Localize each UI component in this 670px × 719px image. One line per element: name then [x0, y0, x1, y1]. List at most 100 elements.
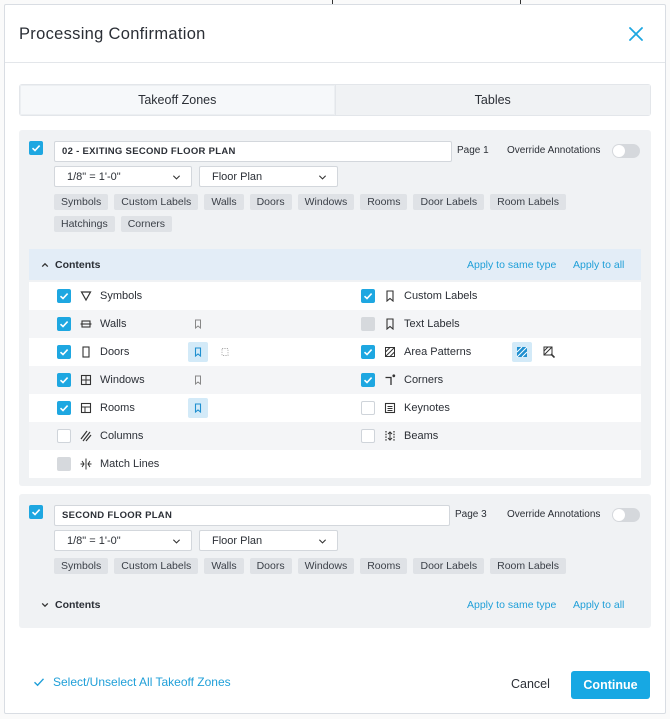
label-bookmark-icon[interactable]	[188, 398, 208, 418]
contents-label: Contents	[55, 598, 101, 611]
chip: Windows	[297, 194, 355, 210]
annotation-chips: Symbols Custom Labels Walls Doors Window…	[54, 558, 614, 574]
content-item-columns: Columns	[79, 422, 143, 450]
continue-button[interactable]: Continue	[571, 671, 650, 699]
chevron-down-icon	[172, 175, 181, 180]
contents-toggle[interactable]: Contents Apply to same type Apply to all	[29, 249, 641, 280]
plan-type-select[interactable]: Floor Plan	[199, 530, 338, 551]
apply-to-all-link[interactable]: Apply to all	[573, 259, 624, 271]
content-item-text-labels: Text Labels	[383, 310, 460, 338]
triangle-down-icon	[79, 290, 92, 303]
chip: Doors	[249, 558, 292, 574]
label-bookmark-icon[interactable]	[188, 342, 208, 362]
scale-select[interactable]: 1/8" = 1'-0"	[54, 530, 192, 551]
rooms-checkbox[interactable]	[57, 401, 71, 415]
walls-checkbox[interactable]	[57, 317, 71, 331]
beams-checkbox[interactable]	[361, 429, 375, 443]
plan-type-select[interactable]: Floor Plan	[199, 166, 338, 187]
content-item-label: Beams	[404, 430, 439, 442]
door-icon	[79, 346, 92, 359]
chip: Walls	[204, 558, 244, 574]
override-annotations-toggle[interactable]	[612, 144, 640, 158]
processing-confirmation-dialog: Processing Confirmation Takeoff Zones Ta…	[4, 4, 666, 714]
content-item-match-lines: Match Lines	[79, 450, 159, 478]
chevron-down-icon	[318, 539, 327, 544]
chip: Windows	[297, 558, 355, 574]
keynotes-checkbox[interactable]	[361, 401, 375, 415]
chip: Hatchings	[54, 216, 115, 232]
content-item-label: Match Lines	[100, 458, 160, 470]
content-item-walls: Walls	[79, 310, 126, 338]
takeoff-zone-card: 02 - EXITING SECOND FLOOR PLAN Page 1 Ov…	[19, 130, 651, 486]
chip: Symbols	[54, 558, 109, 574]
match-lines-checkbox[interactable]	[57, 457, 71, 471]
chip: Walls	[204, 194, 244, 210]
zone-name-input[interactable]: SECOND FLOOR PLAN	[54, 505, 450, 526]
select-all-label: Select/Unselect All Takeoff Zones	[53, 675, 231, 689]
zone-select-checkbox[interactable]	[29, 505, 43, 519]
corner-icon	[383, 374, 396, 387]
corners-checkbox[interactable]	[361, 373, 375, 387]
text-labels-checkbox[interactable]	[361, 317, 375, 331]
area-patterns-checkbox[interactable]	[361, 345, 375, 359]
dialog-header: Processing Confirmation	[5, 5, 665, 63]
apply-same-type-link[interactable]: Apply to same type	[467, 259, 556, 271]
takeoff-zone-card: SECOND FLOOR PLAN Page 3 Override Annota…	[19, 494, 651, 628]
label-bookmark-icon[interactable]	[188, 314, 208, 334]
content-item-label: Keynotes	[404, 402, 450, 414]
wall-icon	[79, 318, 92, 331]
tab-bar: Takeoff Zones Tables	[19, 84, 651, 116]
tab-tables[interactable]: Tables	[335, 85, 650, 115]
scale-value: 1/8" = 1'-0"	[67, 171, 121, 183]
bookmark-icon	[383, 290, 396, 303]
pattern-fill-icon[interactable]	[512, 342, 532, 362]
pattern-edit-icon[interactable]	[539, 342, 559, 362]
zone-name-input[interactable]: 02 - EXITING SECOND FLOOR PLAN	[54, 141, 452, 162]
scale-value: 1/8" = 1'-0"	[67, 535, 121, 547]
chevron-up-icon	[41, 262, 49, 267]
custom-labels-checkbox[interactable]	[361, 289, 375, 303]
page-label: Page 3	[455, 509, 487, 520]
dotted-tag-icon[interactable]	[215, 342, 235, 362]
content-item-label: Area Patterns	[404, 346, 472, 358]
content-item-label: Walls	[100, 318, 127, 330]
chevron-down-icon	[172, 539, 181, 544]
apply-same-type-link[interactable]: Apply to same type	[467, 599, 556, 611]
columns-checkbox[interactable]	[57, 429, 71, 443]
chip: Room Labels	[490, 558, 566, 574]
beam-icon	[383, 430, 396, 443]
page-label: Page 1	[457, 145, 489, 156]
cancel-button[interactable]: Cancel	[511, 677, 550, 691]
scale-select[interactable]: 1/8" = 1'-0"	[54, 166, 192, 187]
symbols-checkbox[interactable]	[57, 289, 71, 303]
content-item-area-patterns: Area Patterns	[383, 338, 471, 366]
content-item-beams: Beams	[383, 422, 438, 450]
select-all-zones-link[interactable]: Select/Unselect All Takeoff Zones	[33, 675, 231, 689]
content-item-symbols: Symbols	[79, 282, 142, 310]
plan-type-value: Floor Plan	[212, 535, 263, 547]
chip: Symbols	[54, 194, 109, 210]
chip: Rooms	[360, 194, 408, 210]
dialog-title: Processing Confirmation	[19, 25, 206, 43]
override-annotations-toggle[interactable]	[612, 508, 640, 522]
plan-type-value: Floor Plan	[212, 171, 263, 183]
chip: Door Labels	[413, 558, 485, 574]
chip: Room Labels	[490, 194, 566, 210]
apply-to-all-link[interactable]: Apply to all	[573, 599, 624, 611]
content-item-label: Rooms	[100, 402, 135, 414]
label-bookmark-icon[interactable]	[188, 370, 208, 390]
chip: Custom Labels	[114, 194, 199, 210]
chip: Doors	[249, 194, 292, 210]
annotation-chips: Symbols Custom Labels Walls Doors Window…	[54, 194, 614, 232]
content-item-custom-labels: Custom Labels	[383, 282, 477, 310]
zone-select-checkbox[interactable]	[29, 141, 43, 155]
doors-checkbox[interactable]	[57, 345, 71, 359]
contents-label: Contents	[55, 258, 101, 271]
content-item-rooms: Rooms	[79, 394, 135, 422]
content-item-label: Windows	[100, 374, 145, 386]
content-item-corners: Corners	[383, 366, 443, 394]
contents-toggle[interactable]: Contents Apply to same type Apply to all	[29, 589, 641, 620]
windows-checkbox[interactable]	[57, 373, 71, 387]
close-icon[interactable]	[627, 25, 645, 43]
tab-takeoff-zones[interactable]: Takeoff Zones	[20, 85, 336, 115]
